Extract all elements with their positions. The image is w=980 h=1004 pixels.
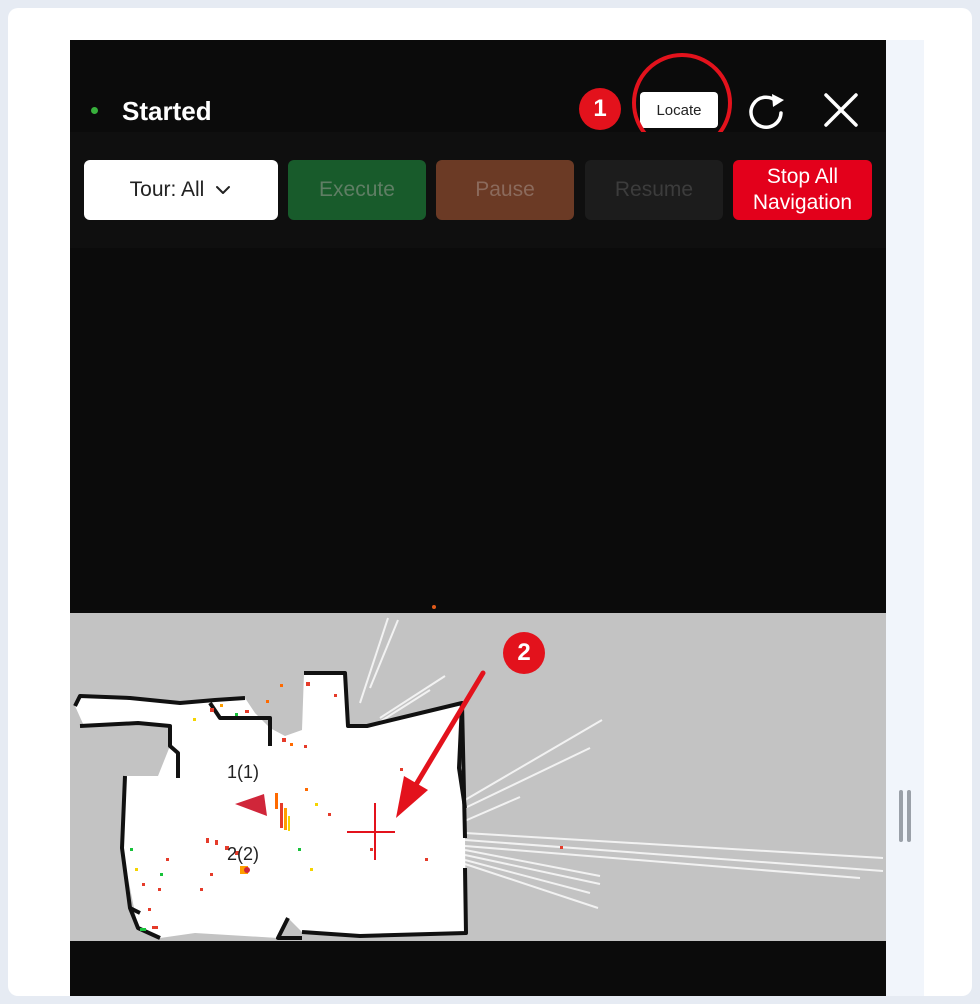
status-label: Started (122, 96, 212, 126)
panel-header: Started 1 Locate (70, 40, 886, 153)
chevron-down-icon (216, 186, 231, 194)
refresh-icon[interactable] (744, 88, 788, 132)
step-badge-1: 1 (579, 88, 621, 130)
occupancy-map[interactable]: 1(1) 2(2) (70, 248, 886, 996)
resize-handle[interactable] (899, 790, 911, 842)
waypoint-1-label: 1(1) (227, 762, 259, 782)
stop-label-line2: Navigation (752, 191, 853, 214)
tour-toolbar: Tour: All Execute Pause Resume Stop All … (70, 132, 886, 248)
map-viewport[interactable]: 1(1) 2(2) 2 (70, 248, 886, 996)
stop-all-navigation-button[interactable]: Stop All Navigation (733, 160, 872, 220)
waypoint-2-dot (244, 867, 250, 873)
stop-label-line1: Stop All (766, 165, 839, 188)
side-panel (886, 40, 924, 996)
execute-button[interactable]: Execute (288, 160, 426, 220)
waypoint-2-label: 2(2) (227, 844, 259, 864)
resume-button[interactable]: Resume (585, 160, 723, 220)
close-icon[interactable] (819, 88, 863, 132)
tour-dropdown[interactable]: Tour: All (84, 160, 278, 220)
navigation-panel: Started 1 Locate Tour: All Execute Pause… (70, 40, 886, 996)
tour-dropdown-label: Tour: All (129, 178, 205, 201)
pause-button[interactable]: Pause (436, 160, 574, 220)
step-badge-2: 2 (503, 632, 545, 674)
status-indicator (91, 107, 98, 114)
